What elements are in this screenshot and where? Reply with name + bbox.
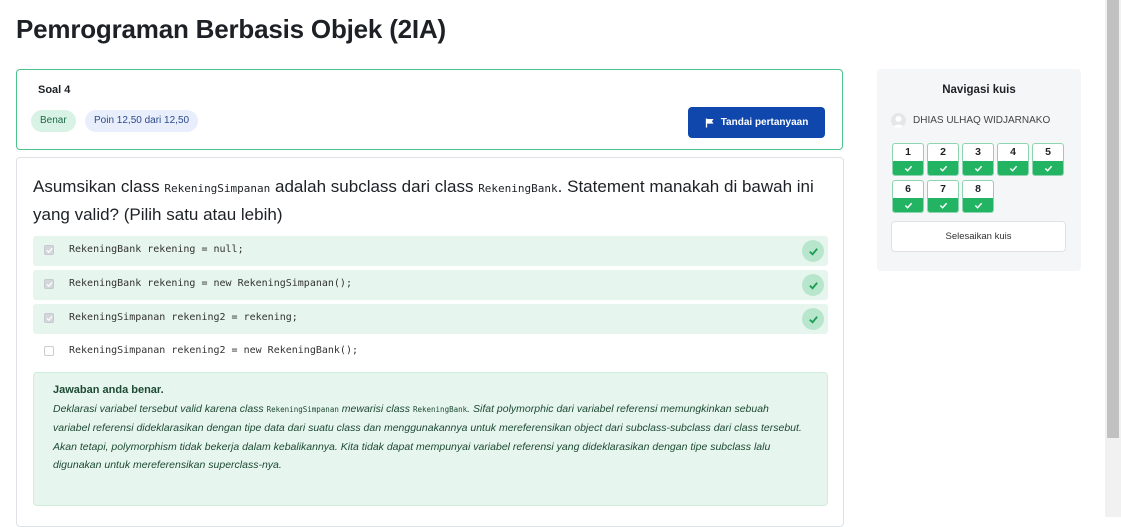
quiz-nav-number: 5 <box>1045 146 1051 158</box>
answer-option[interactable]: RekeningSimpanan rekening2 = new Rekenin… <box>33 337 828 367</box>
quiz-nav-number: 2 <box>940 146 946 158</box>
check-icon <box>1033 161 1063 175</box>
class-name-code: RekeningSimpanan <box>266 405 339 414</box>
answer-option[interactable]: RekeningBank rekening = new RekeningSimp… <box>33 270 828 300</box>
correct-check-icon <box>802 240 824 262</box>
option-checkbox[interactable] <box>44 245 54 255</box>
quiz-navigation-title: Navigasi kuis <box>942 84 1016 96</box>
question-number: Soal 4 <box>38 84 71 96</box>
option-checkbox[interactable] <box>44 346 54 356</box>
quiz-nav-number: 3 <box>975 146 981 158</box>
quiz-nav-number: 4 <box>1010 146 1016 158</box>
user-info: DHIAS ULHAQ WIDJARNAKO <box>891 113 1050 128</box>
page-title: Pemrograman Berbasis Objek (2IA) <box>16 14 446 44</box>
class-name-code: RekeningSimpanan <box>164 182 271 195</box>
class-name-code: RekeningBank <box>478 182 558 195</box>
flag-icon <box>705 118 714 127</box>
flag-question-label: Tandai pertanyaan <box>720 117 809 128</box>
quiz-nav-button[interactable]: 6 <box>892 180 924 213</box>
question-info-card: Soal 4 Benar Poin 12,50 dari 12,50 Tanda… <box>16 69 843 150</box>
feedback-text-part: mewarisi class <box>338 403 413 415</box>
question-text-part: Asumsikan class <box>33 177 165 196</box>
status-badge: Benar <box>31 110 76 132</box>
scrollbar-thumb[interactable] <box>1107 0 1119 438</box>
correct-check-icon <box>802 274 824 296</box>
quiz-nav-button[interactable]: 5 <box>1032 143 1064 176</box>
check-icon <box>928 198 958 212</box>
quiz-nav-button[interactable]: 2 <box>927 143 959 176</box>
option-text: RekeningBank rekening = new RekeningSimp… <box>69 278 352 289</box>
option-text: RekeningSimpanan rekening2 = new Rekenin… <box>69 345 358 356</box>
answer-option[interactable]: RekeningSimpanan rekening2 = rekening; <box>33 304 828 334</box>
option-checkbox[interactable] <box>44 279 54 289</box>
finish-quiz-button[interactable]: Selesaikan kuis <box>891 221 1066 252</box>
quiz-nav-number: 8 <box>975 183 981 195</box>
user-avatar-icon <box>891 113 906 128</box>
flag-question-button[interactable]: Tandai pertanyaan <box>688 107 825 138</box>
page-scrollbar[interactable] <box>1105 0 1121 517</box>
question-content-card: Asumsikan class RekeningSimpanan adalah … <box>16 157 844 527</box>
quiz-nav-button[interactable]: 3 <box>962 143 994 176</box>
feedback-text-part: Deklarasi variabel tersebut valid karena… <box>53 403 267 415</box>
quiz-nav-button[interactable]: 8 <box>962 180 994 213</box>
answer-option[interactable]: RekeningBank rekening = null; <box>33 236 828 266</box>
option-checkbox[interactable] <box>44 313 54 323</box>
quiz-nav-number: 6 <box>905 183 911 195</box>
check-icon <box>998 161 1028 175</box>
check-icon <box>893 198 923 212</box>
class-name-code: RekeningBank <box>412 405 468 414</box>
question-text: Asumsikan class RekeningSimpanan adalah … <box>33 174 823 228</box>
quiz-nav-button[interactable]: 1 <box>892 143 924 176</box>
correct-check-icon <box>802 308 824 330</box>
quiz-nav-button[interactable]: 4 <box>997 143 1029 176</box>
check-icon <box>893 161 923 175</box>
check-icon <box>45 281 53 287</box>
quiz-navigation-panel: Navigasi kuis DHIAS ULHAQ WIDJARNAKO 1 2… <box>877 69 1081 271</box>
feedback-title: Jawaban anda benar. <box>53 384 164 396</box>
feedback-box: Jawaban anda benar. Deklarasi variabel t… <box>33 372 828 506</box>
feedback-text: Deklarasi variabel tersebut valid karena… <box>53 400 808 474</box>
check-icon <box>963 161 993 175</box>
quiz-nav-number: 1 <box>905 146 911 158</box>
quiz-nav-number: 7 <box>940 183 946 195</box>
option-text: RekeningBank rekening = null; <box>69 244 244 255</box>
user-name: DHIAS ULHAQ WIDJARNAKO <box>913 115 1051 126</box>
check-icon <box>963 198 993 212</box>
check-icon <box>45 247 53 253</box>
option-text: RekeningSimpanan rekening2 = rekening; <box>69 312 298 323</box>
quiz-nav-button[interactable]: 7 <box>927 180 959 213</box>
check-icon <box>928 161 958 175</box>
question-text-part: adalah subclass dari class <box>270 177 479 196</box>
check-icon <box>45 315 53 321</box>
points-badge: Poin 12,50 dari 12,50 <box>85 110 199 132</box>
